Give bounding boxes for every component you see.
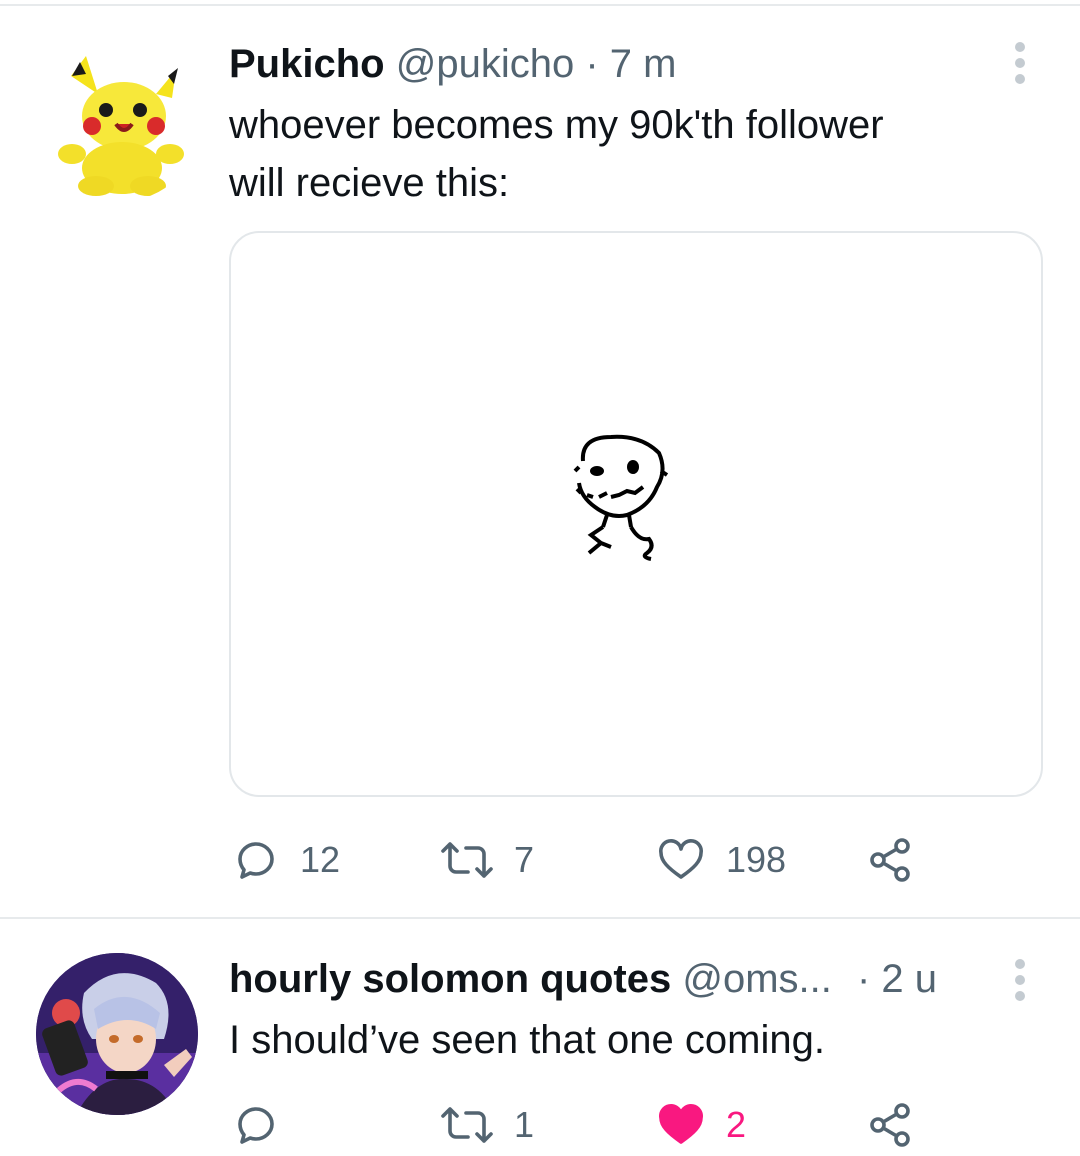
- avatar[interactable]: [36, 36, 202, 202]
- tweet-1[interactable]: Pukicho @pukicho · 7 m whoever becomes m…: [0, 0, 1080, 917]
- timestamp[interactable]: · 7 m: [585, 42, 676, 86]
- like-button[interactable]: 2: [656, 1095, 746, 1155]
- share-icon: [870, 1103, 910, 1147]
- more-options-icon[interactable]: [1012, 42, 1028, 90]
- tweet-text: whoever becomes my 90k'th follower will …: [229, 96, 884, 212]
- handle[interactable]: @oms...: [682, 957, 832, 1001]
- handle[interactable]: @pukicho: [396, 42, 574, 86]
- tweet-header: hourly solomon quotes @oms... · 2 u: [229, 955, 937, 1003]
- retweet-button[interactable]: 1: [440, 1095, 534, 1155]
- retweet-count: 1: [514, 1104, 535, 1145]
- heart-icon: [659, 839, 703, 879]
- display-name[interactable]: Pukicho: [229, 42, 385, 86]
- display-name[interactable]: hourly solomon quotes: [229, 957, 671, 1001]
- retweet-icon: [441, 842, 493, 878]
- tweet-actions: 12 7 198: [0, 830, 1080, 890]
- retweet-icon: [441, 1107, 493, 1143]
- pikachu-plush-icon: [58, 56, 184, 196]
- anime-character-icon: [36, 953, 198, 1115]
- share-icon: [870, 838, 910, 882]
- heart-filled-icon: [659, 1104, 703, 1144]
- tweet-text-line: will recieve this:: [229, 161, 510, 205]
- like-count: 2: [726, 1104, 747, 1145]
- tweet-media-image[interactable]: [229, 231, 1043, 797]
- reply-icon: [238, 842, 274, 879]
- tweet-text-line: whoever becomes my 90k'th follower: [229, 103, 884, 147]
- retweet-button[interactable]: 7: [440, 830, 534, 890]
- reply-count: 12: [300, 839, 341, 880]
- share-button[interactable]: [866, 1095, 914, 1155]
- reply-icon: [238, 1107, 274, 1144]
- more-options-icon[interactable]: [1012, 959, 1028, 1007]
- reply-button[interactable]: 12: [232, 830, 340, 890]
- timestamp[interactable]: · 2 u: [857, 957, 937, 1001]
- like-button[interactable]: 198: [656, 830, 786, 890]
- like-count: 198: [726, 839, 787, 880]
- tweet-header: Pukicho @pukicho · 7 m: [229, 40, 676, 88]
- tweet-text-line: I should’ve seen that one coming.: [229, 1018, 825, 1062]
- retweet-count: 7: [514, 839, 535, 880]
- avatar[interactable]: [36, 953, 198, 1115]
- reply-button[interactable]: [232, 1095, 300, 1155]
- tweet-2[interactable]: hourly solomon quotes @oms... · 2 u I sh…: [0, 919, 1080, 1156]
- tweet-actions: 1 2: [0, 1095, 1080, 1155]
- tweet-text: I should’ve seen that one coming.: [229, 1011, 825, 1069]
- stick-figure-drawing-icon: [573, 434, 669, 561]
- share-button[interactable]: [866, 830, 914, 890]
